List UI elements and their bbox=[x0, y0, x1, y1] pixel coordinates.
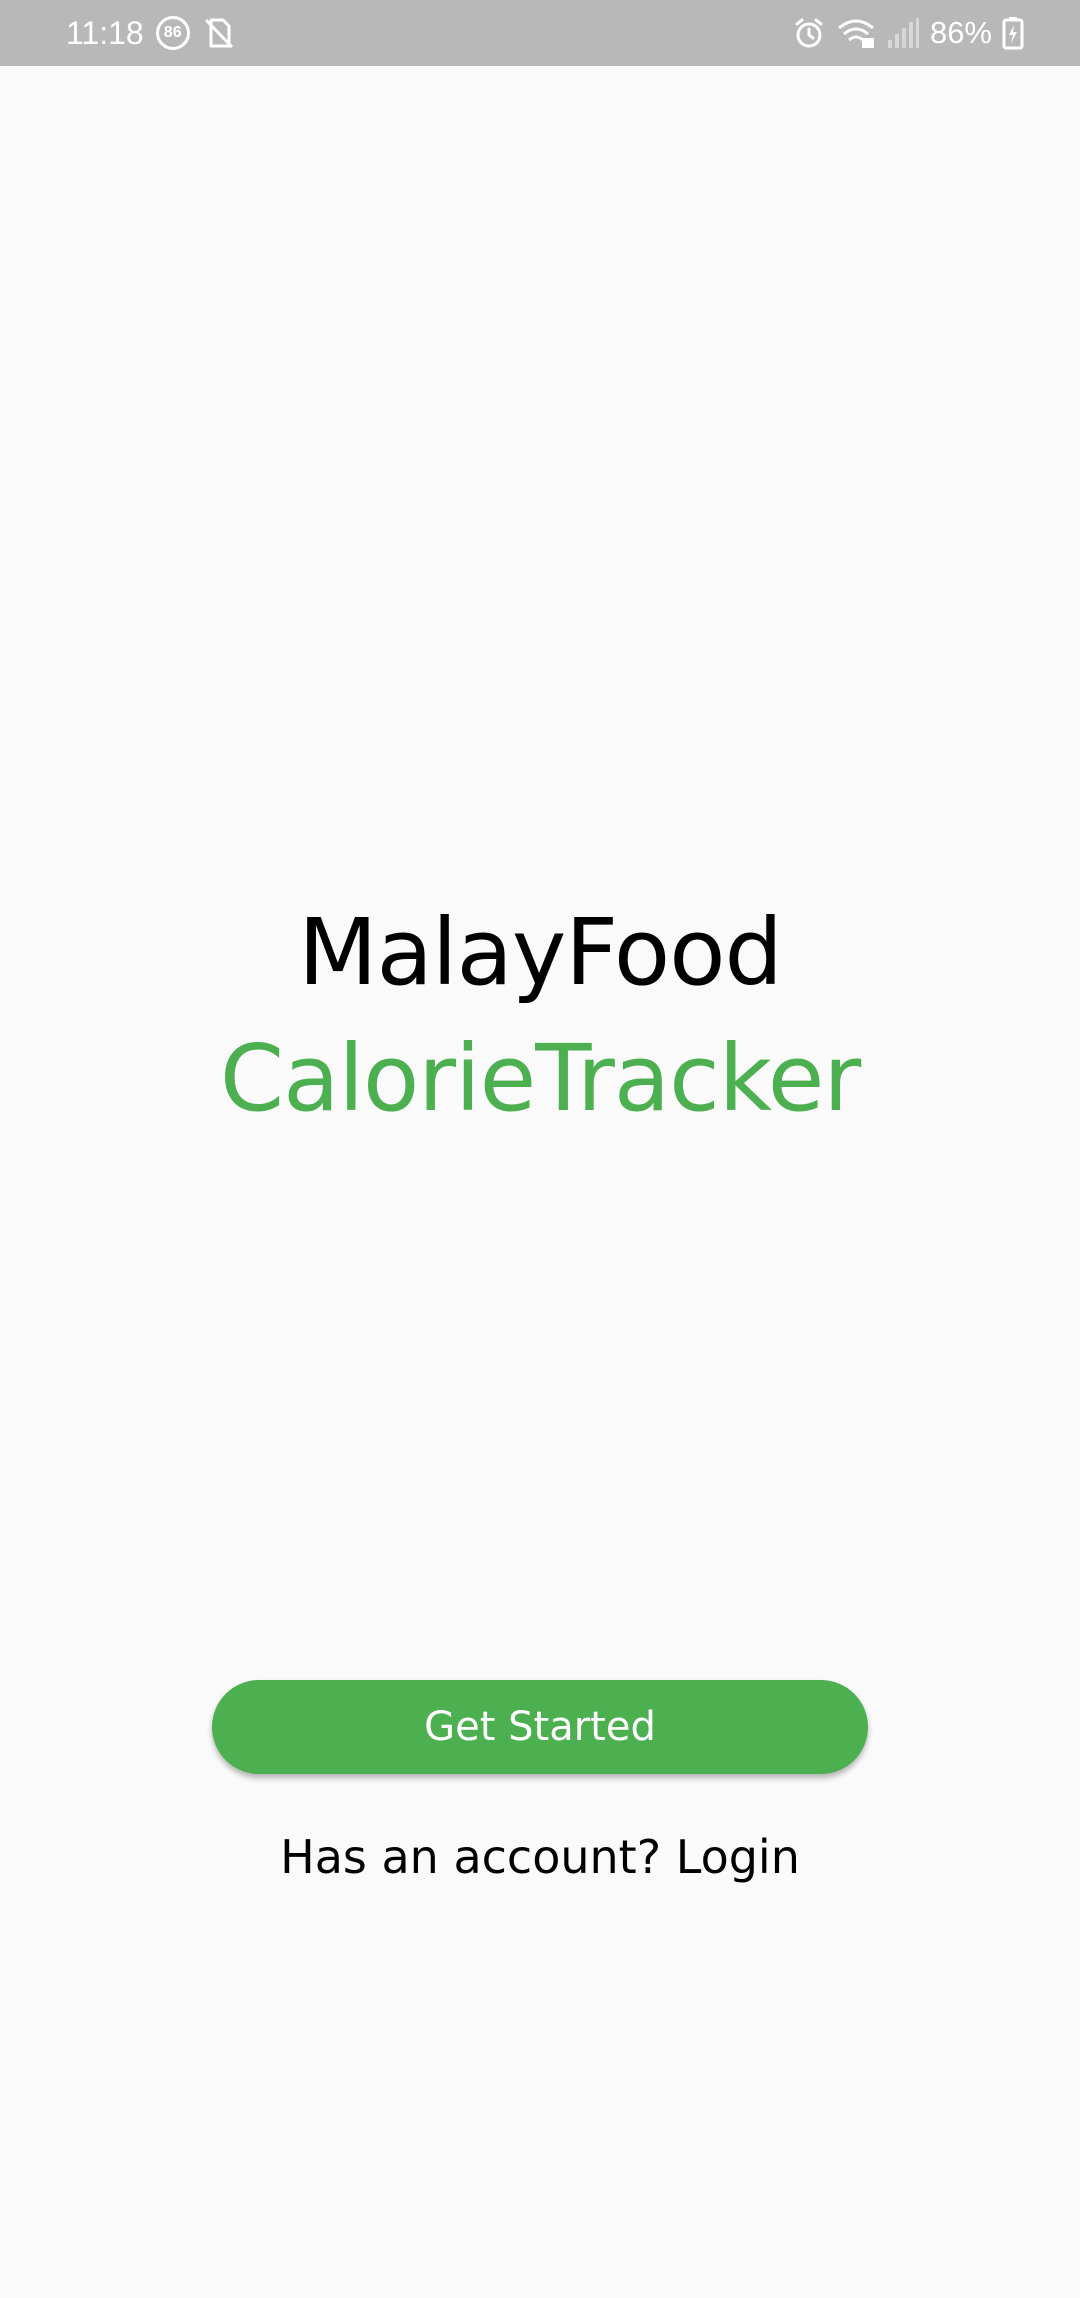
battery-percent: 86% bbox=[929, 15, 992, 50]
no-sim-icon bbox=[202, 16, 236, 50]
login-prompt-text: Has an account? bbox=[280, 1830, 662, 1884]
signal-icon bbox=[886, 16, 920, 50]
app-title-line-calorietracker: CalorieTracker bbox=[219, 1025, 861, 1132]
app-title-line-malayfood: MalayFood bbox=[298, 899, 783, 1006]
status-time: 11:18 bbox=[66, 14, 144, 51]
battery-charging-icon bbox=[1002, 16, 1024, 50]
status-bar: 11:18 86 86% bbox=[0, 0, 1080, 66]
app-title: MalayFood CalorieTracker bbox=[0, 895, 1080, 1147]
status-right: 86% bbox=[792, 0, 1024, 66]
login-link[interactable]: Login bbox=[676, 1830, 800, 1884]
alarm-icon bbox=[792, 16, 826, 50]
get-started-button[interactable]: Get Started bbox=[212, 1680, 868, 1774]
login-prompt-row: Has an account? Login bbox=[0, 1824, 1080, 1890]
wifi-icon bbox=[836, 16, 876, 50]
notification-count-badge: 86 bbox=[155, 16, 190, 50]
status-left: 11:18 86 bbox=[66, 0, 236, 66]
